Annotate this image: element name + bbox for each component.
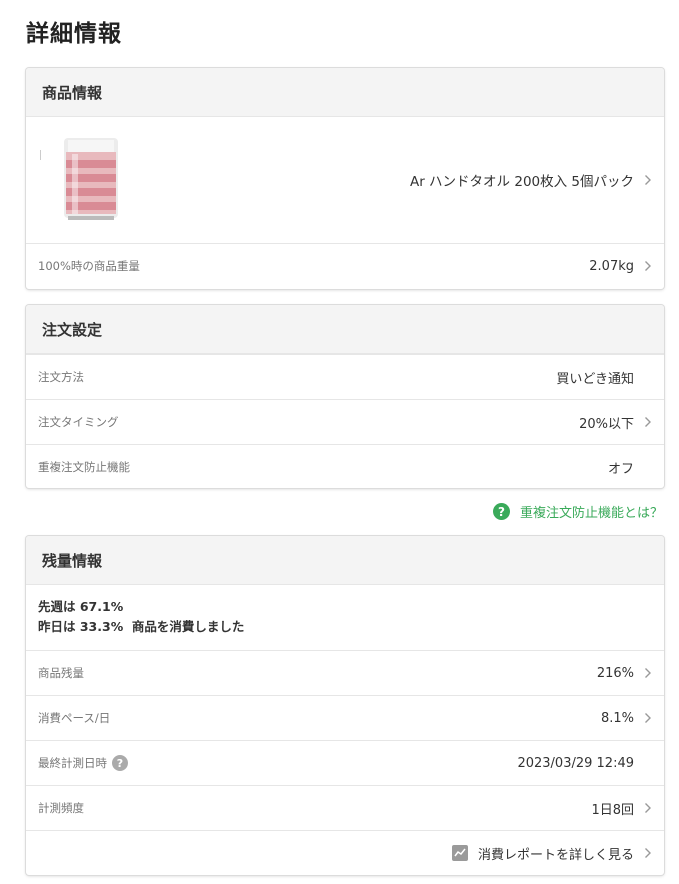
product-image bbox=[38, 130, 138, 230]
order-settings-header: 注文設定 bbox=[26, 305, 664, 354]
chevron-right-icon bbox=[640, 710, 656, 726]
consumption-pace-label: 消費ペース/日 bbox=[38, 711, 111, 725]
order-method-label: 注文方法 bbox=[38, 370, 84, 384]
remaining-amount-label: 商品残量 bbox=[38, 666, 84, 680]
measurement-frequency-value: 1日8回 bbox=[591, 802, 634, 818]
product-weight-label: 100%時の商品重量 bbox=[38, 259, 140, 273]
chart-icon bbox=[451, 845, 468, 861]
consumption-pace-row[interactable]: 消費ペース/日 8.1% bbox=[26, 695, 664, 740]
info-question-icon[interactable]: ? bbox=[112, 755, 128, 771]
summary-yesterday: 昨日は 33.3% 商品を消費しました bbox=[38, 619, 245, 634]
product-row[interactable]: Ar ハンドタオル 200枚入 5個パック bbox=[26, 117, 664, 243]
remaining-amount-value: 216% bbox=[596, 665, 634, 681]
product-info-header: 商品情報 bbox=[26, 68, 664, 117]
last-measured-label-group: 最終計測日時 ? bbox=[38, 755, 128, 771]
remaining-info-card: 残量情報 先週は 67.1% 昨日は 33.3% 商品を消費しました 商品残量 … bbox=[26, 536, 664, 875]
chevron-right-icon bbox=[640, 665, 656, 681]
measurement-frequency-label: 計測頻度 bbox=[38, 801, 84, 815]
product-weight-value: 2.07kg bbox=[589, 258, 634, 274]
page-title: 詳細情報 bbox=[26, 21, 122, 47]
duplicate-order-prevention-label: 重複注文防止機能 bbox=[38, 460, 130, 474]
help-link-text: 重複注文防止機能とは？ bbox=[519, 506, 663, 521]
measurement-frequency-row[interactable]: 計測頻度 1日8回 bbox=[26, 785, 664, 830]
order-timing-label: 注文タイミング bbox=[38, 415, 119, 429]
consumption-summary: 先週は 67.1% 昨日は 33.3% 商品を消費しました bbox=[26, 585, 664, 650]
duplicate-order-prevention-row: 重複注文防止機能 オフ bbox=[26, 444, 664, 488]
product-weight-row[interactable]: 100%時の商品重量 2.07kg bbox=[26, 243, 664, 288]
last-measured-row: 最終計測日時 ? 2023/03/29 12:49 bbox=[26, 740, 664, 785]
order-settings-card: 注文設定 注文方法 買いどき通知 注文タイミング 20%以下 重複注文防止機能 … bbox=[26, 305, 664, 488]
order-timing-row[interactable]: 注文タイミング 20%以下 bbox=[26, 399, 664, 444]
last-measured-label: 最終計測日時 bbox=[38, 756, 107, 770]
product-info-card: 商品情報 Ar ハンドタオル 200枚入 5個パック 100%時の商品重量 2.… bbox=[26, 68, 664, 289]
consumption-report-row[interactable]: 消費レポートを詳しく見る bbox=[26, 830, 664, 875]
order-method-row: 注文方法 買いどき通知 bbox=[26, 354, 664, 399]
duplicate-order-prevention-value: オフ bbox=[607, 461, 634, 477]
summary-last-week: 先週は 67.1% bbox=[38, 599, 124, 614]
product-name: Ar ハンドタオル 200枚入 5個パック bbox=[409, 174, 634, 190]
chevron-right-icon bbox=[640, 414, 656, 430]
duplicate-order-help-link[interactable]: ? 重複注文防止機能とは？ bbox=[492, 502, 663, 521]
chevron-right-icon bbox=[640, 172, 656, 188]
order-timing-value: 20%以下 bbox=[579, 416, 634, 432]
chevron-right-icon bbox=[640, 258, 656, 274]
chevron-right-icon bbox=[640, 800, 656, 816]
remaining-amount-row[interactable]: 商品残量 216% bbox=[26, 650, 664, 695]
remaining-info-header: 残量情報 bbox=[26, 536, 664, 585]
help-circle-icon: ? bbox=[492, 503, 510, 520]
order-method-value: 買いどき通知 bbox=[556, 371, 634, 387]
chevron-right-icon bbox=[640, 845, 656, 861]
last-measured-value: 2023/03/29 12:49 bbox=[517, 755, 634, 771]
consumption-pace-value: 8.1% bbox=[600, 710, 634, 726]
consumption-report-text: 消費レポートを詳しく見る bbox=[477, 847, 634, 863]
consumption-report-link[interactable]: 消費レポートを詳しく見る bbox=[451, 844, 634, 863]
